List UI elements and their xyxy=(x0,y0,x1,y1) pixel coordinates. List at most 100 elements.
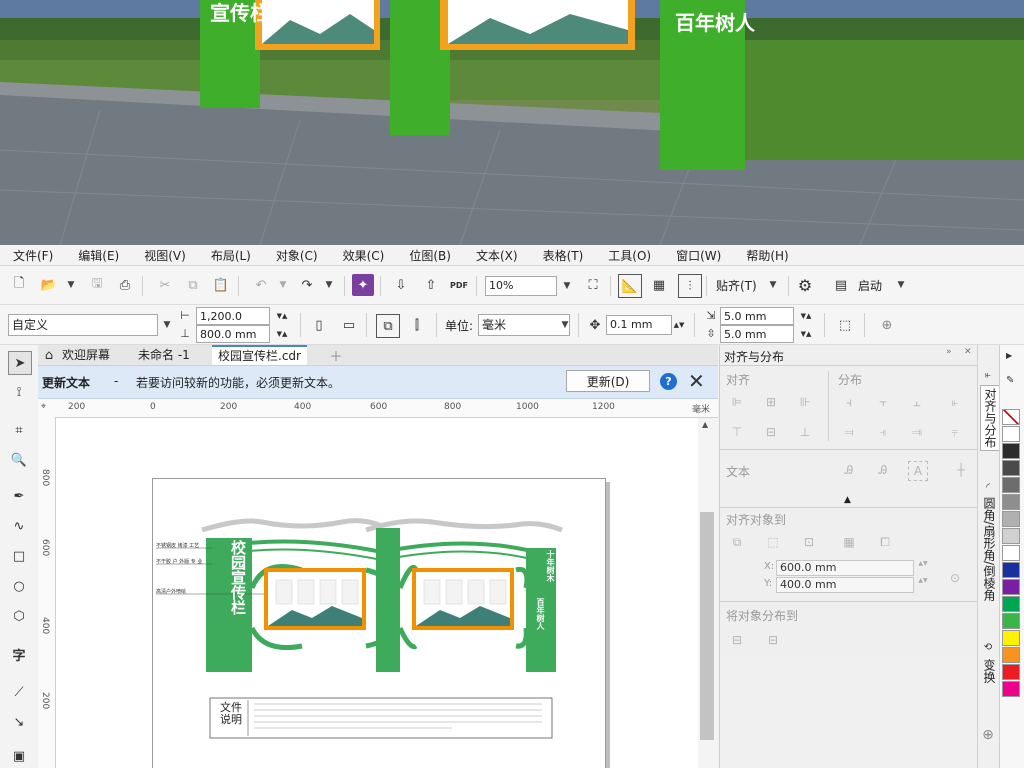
ellipse-tool-icon[interactable]: ○ xyxy=(8,575,30,597)
text-first-baseline-icon[interactable]: Ꭿ xyxy=(840,461,858,479)
portrait-icon[interactable]: ▯ xyxy=(308,314,330,336)
distribute-left-icon[interactable]: ⫞ xyxy=(840,393,858,411)
shadow-tool-icon[interactable]: ▣ xyxy=(8,745,30,767)
distribute-center-icon[interactable]: ⫟ xyxy=(874,393,892,411)
palette-scroll-up-icon[interactable]: ▶ xyxy=(1006,351,1012,360)
options-gear-icon[interactable]: ⚙ xyxy=(794,274,816,296)
undo-dropdown-icon[interactable]: ▼ xyxy=(272,274,294,296)
docker-collapse-icon[interactable]: » xyxy=(946,347,952,357)
align-top-icon[interactable]: ⊤ xyxy=(728,423,746,441)
color-swatch[interactable] xyxy=(1002,613,1020,629)
add-docker-icon[interactable]: ⊕ xyxy=(978,725,998,745)
color-swatch[interactable] xyxy=(1002,426,1020,442)
color-swatch[interactable] xyxy=(1002,443,1020,459)
launch-dropdown-icon[interactable]: ▼ xyxy=(890,274,912,296)
distribute-right-icon[interactable]: ⫠ xyxy=(908,393,926,411)
tab-untitled-1[interactable]: 未命名 -1 xyxy=(132,345,196,365)
open-folder-icon[interactable]: 📂 xyxy=(38,274,60,296)
update-button[interactable]: 更新(D) xyxy=(566,370,650,392)
redo-dropdown-icon[interactable]: ▼ xyxy=(318,274,340,296)
rectangle-tool-icon[interactable]: □ xyxy=(8,545,30,567)
drawing-canvas[interactable]: 校园宣传栏 十年树木 百年树人 不锈钢皮 烤漆 工艺 不干胶 户 外版 专 业 … xyxy=(56,418,704,768)
color-swatch[interactable] xyxy=(1002,562,1020,578)
close-notification-icon[interactable]: ✕ xyxy=(688,369,705,393)
cut-icon[interactable]: ✂ xyxy=(154,274,176,296)
section-collapse-icon[interactable]: ▲ xyxy=(844,495,851,505)
color-swatch[interactable] xyxy=(1002,647,1020,663)
menu-layout[interactable]: 布局(L) xyxy=(198,247,263,264)
show-guidelines-icon[interactable]: ⫶ xyxy=(678,274,702,298)
snap-to-menu[interactable]: 贴齐(T) xyxy=(716,277,757,294)
color-swatch[interactable] xyxy=(1002,528,1020,544)
menu-view[interactable]: 视图(V) xyxy=(131,247,198,264)
export-icon[interactable]: ⇧ xyxy=(420,274,442,296)
color-swatch[interactable] xyxy=(1002,579,1020,595)
page-center-icon[interactable]: ⊡ xyxy=(800,533,818,551)
color-swatch[interactable] xyxy=(1002,511,1020,527)
duplicate-x-field[interactable]: 5.0 mm xyxy=(720,307,794,325)
snap-dropdown-icon[interactable]: ▼ xyxy=(762,274,784,296)
text-last-baseline-icon[interactable]: Ꭿ xyxy=(874,461,892,479)
y-spinner-icon[interactable]: ▲▼ xyxy=(914,577,932,593)
align-bottom-icon[interactable]: ⊥ xyxy=(796,423,814,441)
page-size-select[interactable]: 自定义 xyxy=(8,314,158,336)
duplicate-y-field[interactable]: 5.0 mm xyxy=(720,325,794,343)
color-swatch[interactable] xyxy=(1002,681,1020,697)
application-launcher-icon[interactable]: ▤ xyxy=(830,274,852,296)
menu-object[interactable]: 对象(C) xyxy=(263,247,330,264)
active-objects-icon[interactable]: ⧉ xyxy=(728,533,746,551)
help-icon[interactable]: ? xyxy=(660,373,677,390)
menu-tools[interactable]: 工具(O) xyxy=(595,247,663,264)
duplicate-x-spinner-icon[interactable]: ▼▲ xyxy=(794,307,818,325)
x-position-field[interactable]: 600.0 mm xyxy=(776,560,914,576)
distribute-selection-extent-icon[interactable]: ⊟ xyxy=(728,631,746,649)
text-bounding-box-icon[interactable]: A xyxy=(908,461,928,481)
tab-fillet-scallop-chamfer[interactable]: 圆角/扇形角/倒棱角 xyxy=(980,497,998,601)
scroll-up-icon[interactable]: ▲ xyxy=(702,420,708,429)
vertical-scrollbar[interactable]: ▲ xyxy=(698,418,718,768)
scrollbar-thumb[interactable] xyxy=(700,512,714,740)
color-swatch[interactable] xyxy=(1002,494,1020,510)
tab-transform[interactable]: 变换 xyxy=(980,659,998,683)
zoom-tool-icon[interactable]: 🔍 xyxy=(8,449,30,471)
pick-tool-icon[interactable]: ➤ xyxy=(8,351,32,375)
current-page-icon[interactable]: ⫿ xyxy=(406,314,428,336)
text-tool-icon[interactable]: 字 xyxy=(8,643,30,665)
point-picker-icon[interactable]: ⊙ xyxy=(946,569,964,587)
tab-align-distribute[interactable]: 对齐与分布 xyxy=(980,385,1000,451)
distribute-bottom-icon[interactable]: ⫥ xyxy=(908,423,926,441)
show-rulers-icon[interactable]: 📐 xyxy=(618,274,642,298)
shape-tool-icon[interactable]: ⟟ xyxy=(8,381,30,403)
align-right-icon[interactable]: ⊪ xyxy=(796,393,814,411)
paste-icon[interactable]: 📋 xyxy=(210,274,232,296)
color-swatch[interactable] xyxy=(1002,545,1020,561)
menu-table[interactable]: 表格(T) xyxy=(530,247,596,264)
height-spinner-icon[interactable]: ▼▲ xyxy=(270,325,294,343)
tab-welcome-screen[interactable]: 欢迎屏幕 xyxy=(56,345,116,365)
new-document-icon[interactable]: 🗋 xyxy=(8,274,30,296)
distribute-page-extent-icon[interactable]: ⊟ xyxy=(764,631,782,649)
save-icon[interactable]: 🖫 xyxy=(86,274,108,296)
color-swatch[interactable] xyxy=(1002,477,1020,493)
menu-effects[interactable]: 效果(C) xyxy=(330,247,397,264)
all-pages-icon[interactable]: ⧉ xyxy=(376,314,400,338)
full-screen-icon[interactable]: ⛶ xyxy=(582,274,604,296)
menu-help[interactable]: 帮助(H) xyxy=(733,247,800,264)
y-position-field[interactable]: 400.0 mm xyxy=(776,577,914,593)
print-icon[interactable]: ⎙ xyxy=(114,274,136,296)
menu-window[interactable]: 窗口(W) xyxy=(663,247,733,264)
page-edge-icon[interactable]: ⬚ xyxy=(764,533,782,551)
distribute-top-icon[interactable]: ⫤ xyxy=(840,423,858,441)
open-dropdown-icon[interactable]: ▼ xyxy=(60,274,82,296)
bleed-box-icon[interactable]: ⬚ xyxy=(834,314,856,336)
menu-text[interactable]: 文本(X) xyxy=(463,247,530,264)
color-swatch[interactable] xyxy=(1002,664,1020,680)
x-spinner-icon[interactable]: ▲▼ xyxy=(914,560,932,576)
redo-icon[interactable]: ↷ xyxy=(296,274,318,296)
palette-eyedropper-icon[interactable]: ✎ xyxy=(1006,375,1014,386)
publish-pdf-icon[interactable]: PDF xyxy=(448,274,470,296)
zoom-dropdown-icon[interactable]: ▼ xyxy=(556,275,578,297)
menu-edit[interactable]: 编辑(E) xyxy=(65,247,131,264)
show-grid-icon[interactable]: ▦ xyxy=(648,274,670,296)
launch-label[interactable]: 启动 xyxy=(858,277,882,294)
